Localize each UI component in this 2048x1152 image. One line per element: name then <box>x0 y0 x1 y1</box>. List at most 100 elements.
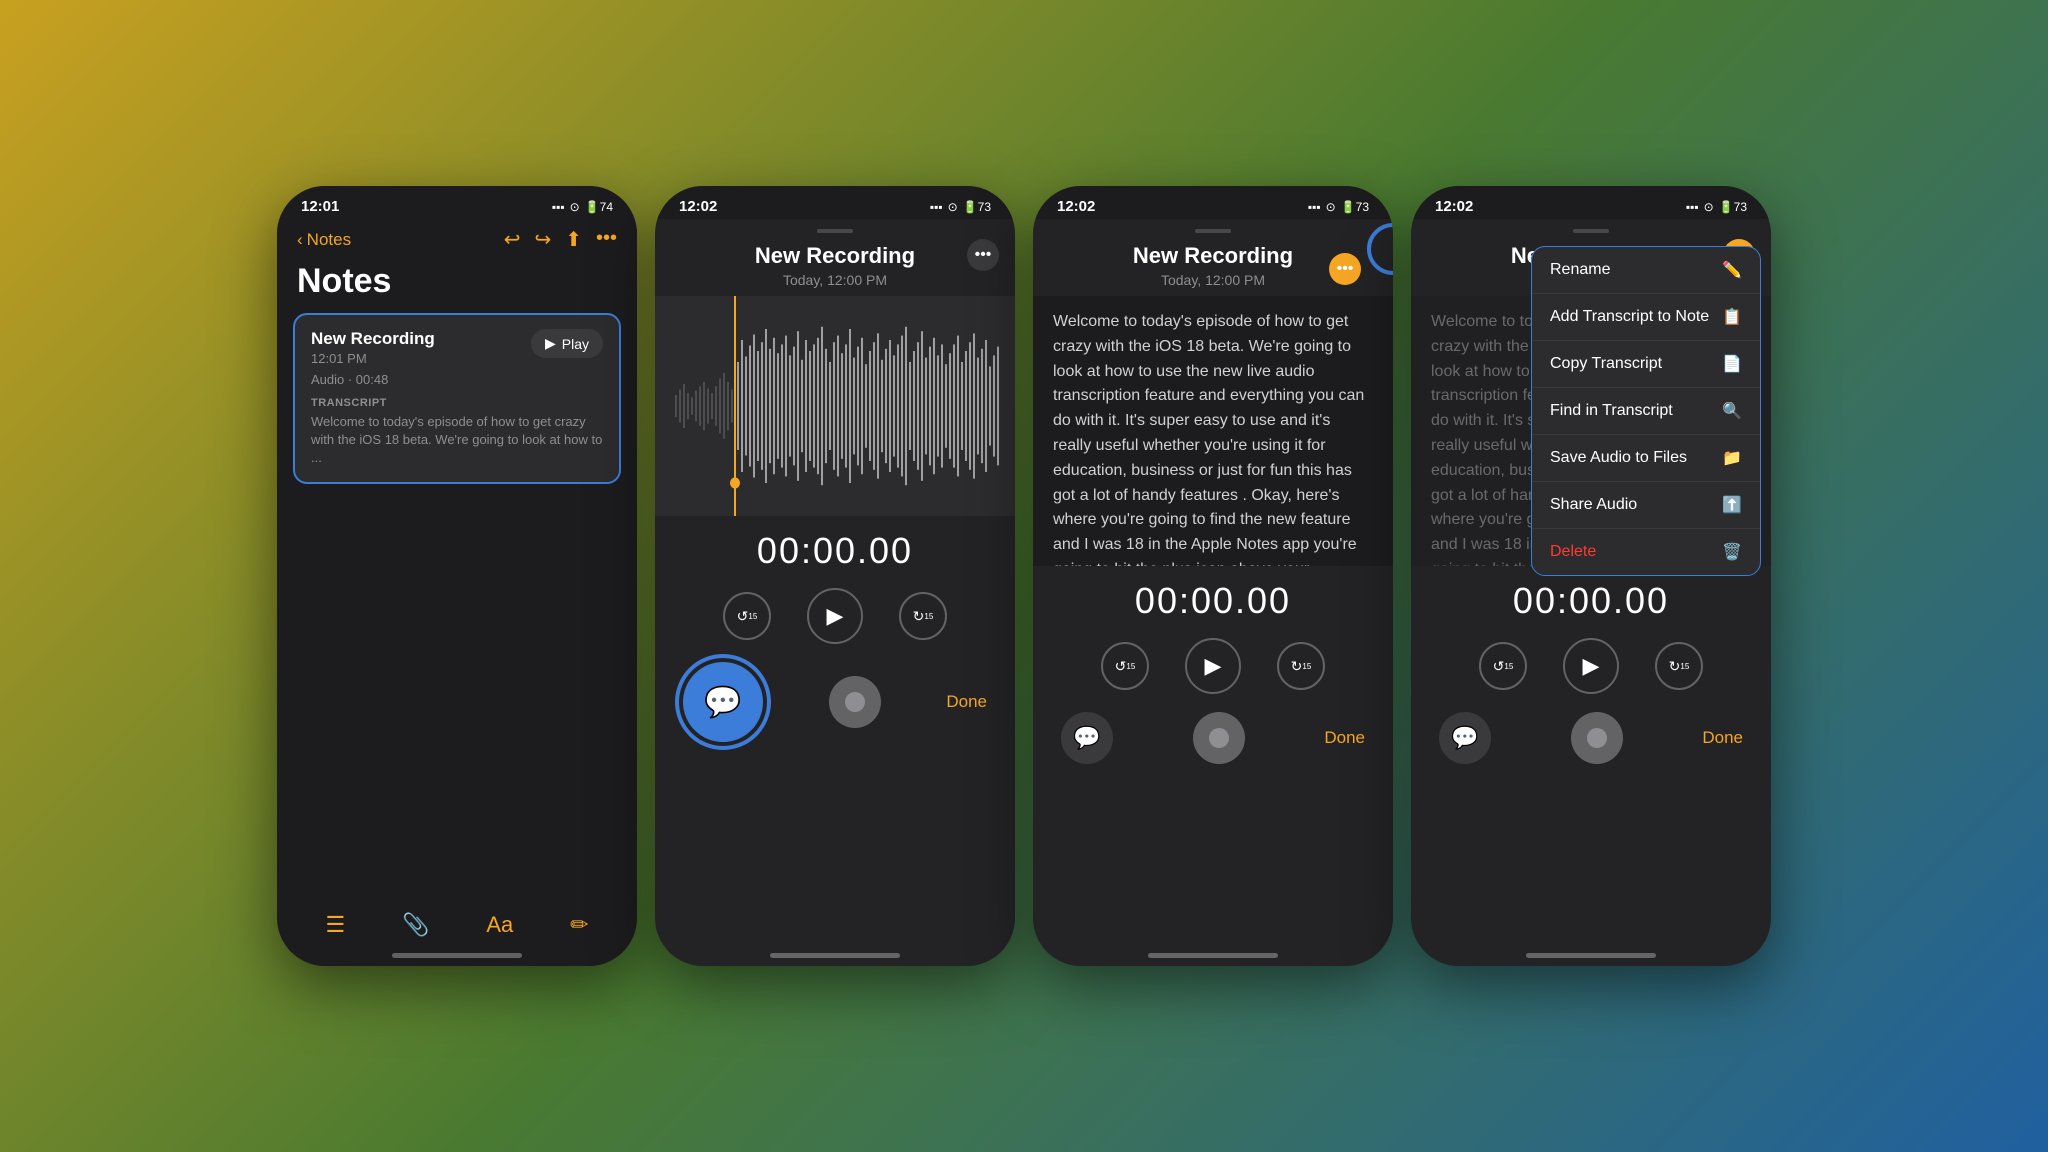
menu-delete-label: Delete <box>1550 543 1596 561</box>
forward-button[interactable]: ↻ 15 <box>899 592 947 640</box>
checklist-icon[interactable]: ☰ <box>325 912 345 938</box>
chevron-left-icon: ‹ <box>297 230 303 250</box>
note-card[interactable]: New Recording 12:01 PM Audio · 00:48 ▶ P… <box>293 313 621 484</box>
play-icon-ctrl: ▶ <box>827 603 844 629</box>
done-button-4[interactable]: Done <box>1702 728 1743 748</box>
menu-item-save-audio[interactable]: Save Audio to Files 📁 <box>1532 435 1760 482</box>
bottom-row-4: 💬 Done <box>1411 702 1771 780</box>
record-button[interactable] <box>829 676 881 728</box>
wifi-icon-3: ⊙ <box>1326 200 1336 214</box>
add-transcript-icon: 📋 <box>1722 307 1742 327</box>
record-button-3[interactable] <box>1193 712 1245 764</box>
menu-add-transcript-label: Add Transcript to Note <box>1550 308 1709 326</box>
rewind-icon-4: ↺ <box>1493 658 1505 675</box>
back-label: Notes <box>307 230 351 250</box>
menu-item-add-transcript[interactable]: Add Transcript to Note 📋 <box>1532 294 1760 341</box>
bottom-row-2: 💬 Done <box>655 652 1015 758</box>
play-pause-button-4[interactable]: ▶ <box>1563 638 1619 694</box>
record-inner-3 <box>1209 728 1229 748</box>
status-icons-2: ▪▪▪ ⊙ 🔋73 <box>930 200 991 214</box>
note-time: 12:01 PM <box>311 351 435 366</box>
signal-icon-3: ▪▪▪ <box>1308 200 1321 214</box>
phone-1: 12:01 ▪▪▪ ⊙ 🔋74 ‹ Notes ↩ ↪ ⬆ ••• Notes … <box>277 186 637 966</box>
rewind-icon: ↺ <box>737 608 749 625</box>
signal-icon-2: ▪▪▪ <box>930 200 943 214</box>
play-icon-ctrl-3: ▶ <box>1205 653 1222 679</box>
format-icon[interactable]: Aa <box>486 912 513 938</box>
menu-item-rename[interactable]: Rename ✏️ <box>1532 247 1760 294</box>
play-label: Play <box>562 336 589 352</box>
record-inner <box>845 692 865 712</box>
status-bar-1: 12:01 ▪▪▪ ⊙ 🔋74 <box>277 186 637 219</box>
menu-share-audio-label: Share Audio <box>1550 496 1637 514</box>
menu-copy-transcript-label: Copy Transcript <box>1550 355 1662 373</box>
wifi-icon-2: ⊙ <box>948 200 958 214</box>
play-button[interactable]: ▶ Play <box>531 329 603 358</box>
bottom-toolbar: ☰ 📎 Aa ✏ <box>277 912 637 938</box>
note-title-group: New Recording 12:01 PM Audio · 00:48 <box>311 329 435 393</box>
status-time-2: 12:02 <box>679 198 717 215</box>
phone-3: 12:02 ▪▪▪ ⊙ 🔋73 New Recording Today, 12:… <box>1033 186 1393 966</box>
rewind-button[interactable]: ↺ 15 <box>723 592 771 640</box>
controls-row-4: ↺ 15 ▶ ↻ 15 <box>1411 630 1771 702</box>
back-button[interactable]: ‹ Notes <box>297 230 351 250</box>
rewind-button-3[interactable]: ↺ 15 <box>1101 642 1149 690</box>
menu-item-find-transcript[interactable]: Find in Transcript 🔍 <box>1532 388 1760 435</box>
rewind-15-label: 15 <box>748 612 757 621</box>
menu-save-audio-label: Save Audio to Files <box>1550 449 1687 467</box>
phone-2: 12:02 ▪▪▪ ⊙ 🔋73 New Recording Today, 12:… <box>655 186 1015 966</box>
highlight-ring <box>675 654 771 750</box>
play-pause-button-3[interactable]: ▶ <box>1185 638 1241 694</box>
record-button-4[interactable] <box>1571 712 1623 764</box>
status-icons-3: ▪▪▪ ⊙ 🔋73 <box>1308 200 1369 214</box>
bottom-row-3: 💬 Done <box>1033 702 1393 780</box>
rename-icon: ✏️ <box>1722 260 1742 280</box>
status-icons-4: ▪▪▪ ⊙ 🔋73 <box>1686 200 1747 214</box>
menu-item-copy-transcript[interactable]: Copy Transcript 📄 <box>1532 341 1760 388</box>
rewind-icon-3: ↺ <box>1115 658 1127 675</box>
play-pause-button[interactable]: ▶ <box>807 588 863 644</box>
menu-item-delete[interactable]: Delete 🗑️ <box>1532 529 1760 575</box>
forward-icon-4: ↻ <box>1669 658 1681 675</box>
battery-icon: 🔋74 <box>585 200 613 214</box>
compose-icon[interactable]: ✏ <box>570 912 588 938</box>
transcript-label: TRANSCRIPT <box>311 397 603 409</box>
find-transcript-icon: 🔍 <box>1722 401 1742 421</box>
attachment-icon[interactable]: 📎 <box>402 912 429 938</box>
forward-button-4[interactable]: ↻ 15 <box>1655 642 1703 690</box>
status-time-4: 12:02 <box>1435 198 1473 215</box>
recording-title-3: New Recording <box>1053 243 1373 269</box>
forward-15-label: 15 <box>924 612 933 621</box>
transcript-button-3[interactable]: 💬 <box>1061 712 1113 764</box>
rewind-button-4[interactable]: ↺ 15 <box>1479 642 1527 690</box>
phone-4: 12:02 ▪▪▪ ⊙ 🔋73 New Recording Today, 12:… <box>1411 186 1771 966</box>
note-meta: Audio · 00:48 <box>311 372 435 387</box>
more-icon[interactable]: ••• <box>596 227 617 252</box>
forward-button-3[interactable]: ↻ 15 <box>1277 642 1325 690</box>
undo-icon[interactable]: ↩ <box>504 227 521 252</box>
signal-icon-4: ▪▪▪ <box>1686 200 1699 214</box>
redo-icon[interactable]: ↪ <box>534 227 551 252</box>
more-button-2[interactable]: ••• <box>967 239 999 271</box>
controls-row-3: ↺ 15 ▶ ↻ 15 <box>1033 630 1393 702</box>
status-bar-3: 12:02 ▪▪▪ ⊙ 🔋73 <box>1033 186 1393 219</box>
copy-transcript-icon: 📄 <box>1722 354 1742 374</box>
status-time-1: 12:01 <box>301 198 339 215</box>
forward-15-label-4: 15 <box>1680 662 1689 671</box>
more-button-3[interactable]: ••• <box>1329 253 1361 285</box>
share-audio-icon: ⬆️ <box>1722 495 1742 515</box>
share-icon[interactable]: ⬆ <box>565 227 582 252</box>
delete-icon: 🗑️ <box>1722 542 1742 562</box>
forward-icon: ↻ <box>913 608 925 625</box>
status-bar-4: 12:02 ▪▪▪ ⊙ 🔋73 <box>1411 186 1771 219</box>
home-indicator <box>392 953 522 958</box>
recording-title-2: New Recording <box>675 243 995 269</box>
done-button-3[interactable]: Done <box>1324 728 1365 748</box>
sheet-handle <box>817 229 853 233</box>
done-button[interactable]: Done <box>946 692 987 712</box>
transcript-button-4[interactable]: 💬 <box>1439 712 1491 764</box>
menu-item-share-audio[interactable]: Share Audio ⬆️ <box>1532 482 1760 529</box>
page-title: Notes <box>277 262 637 313</box>
recording-date-2: Today, 12:00 PM <box>675 272 995 288</box>
wifi-icon: ⊙ <box>570 200 580 214</box>
